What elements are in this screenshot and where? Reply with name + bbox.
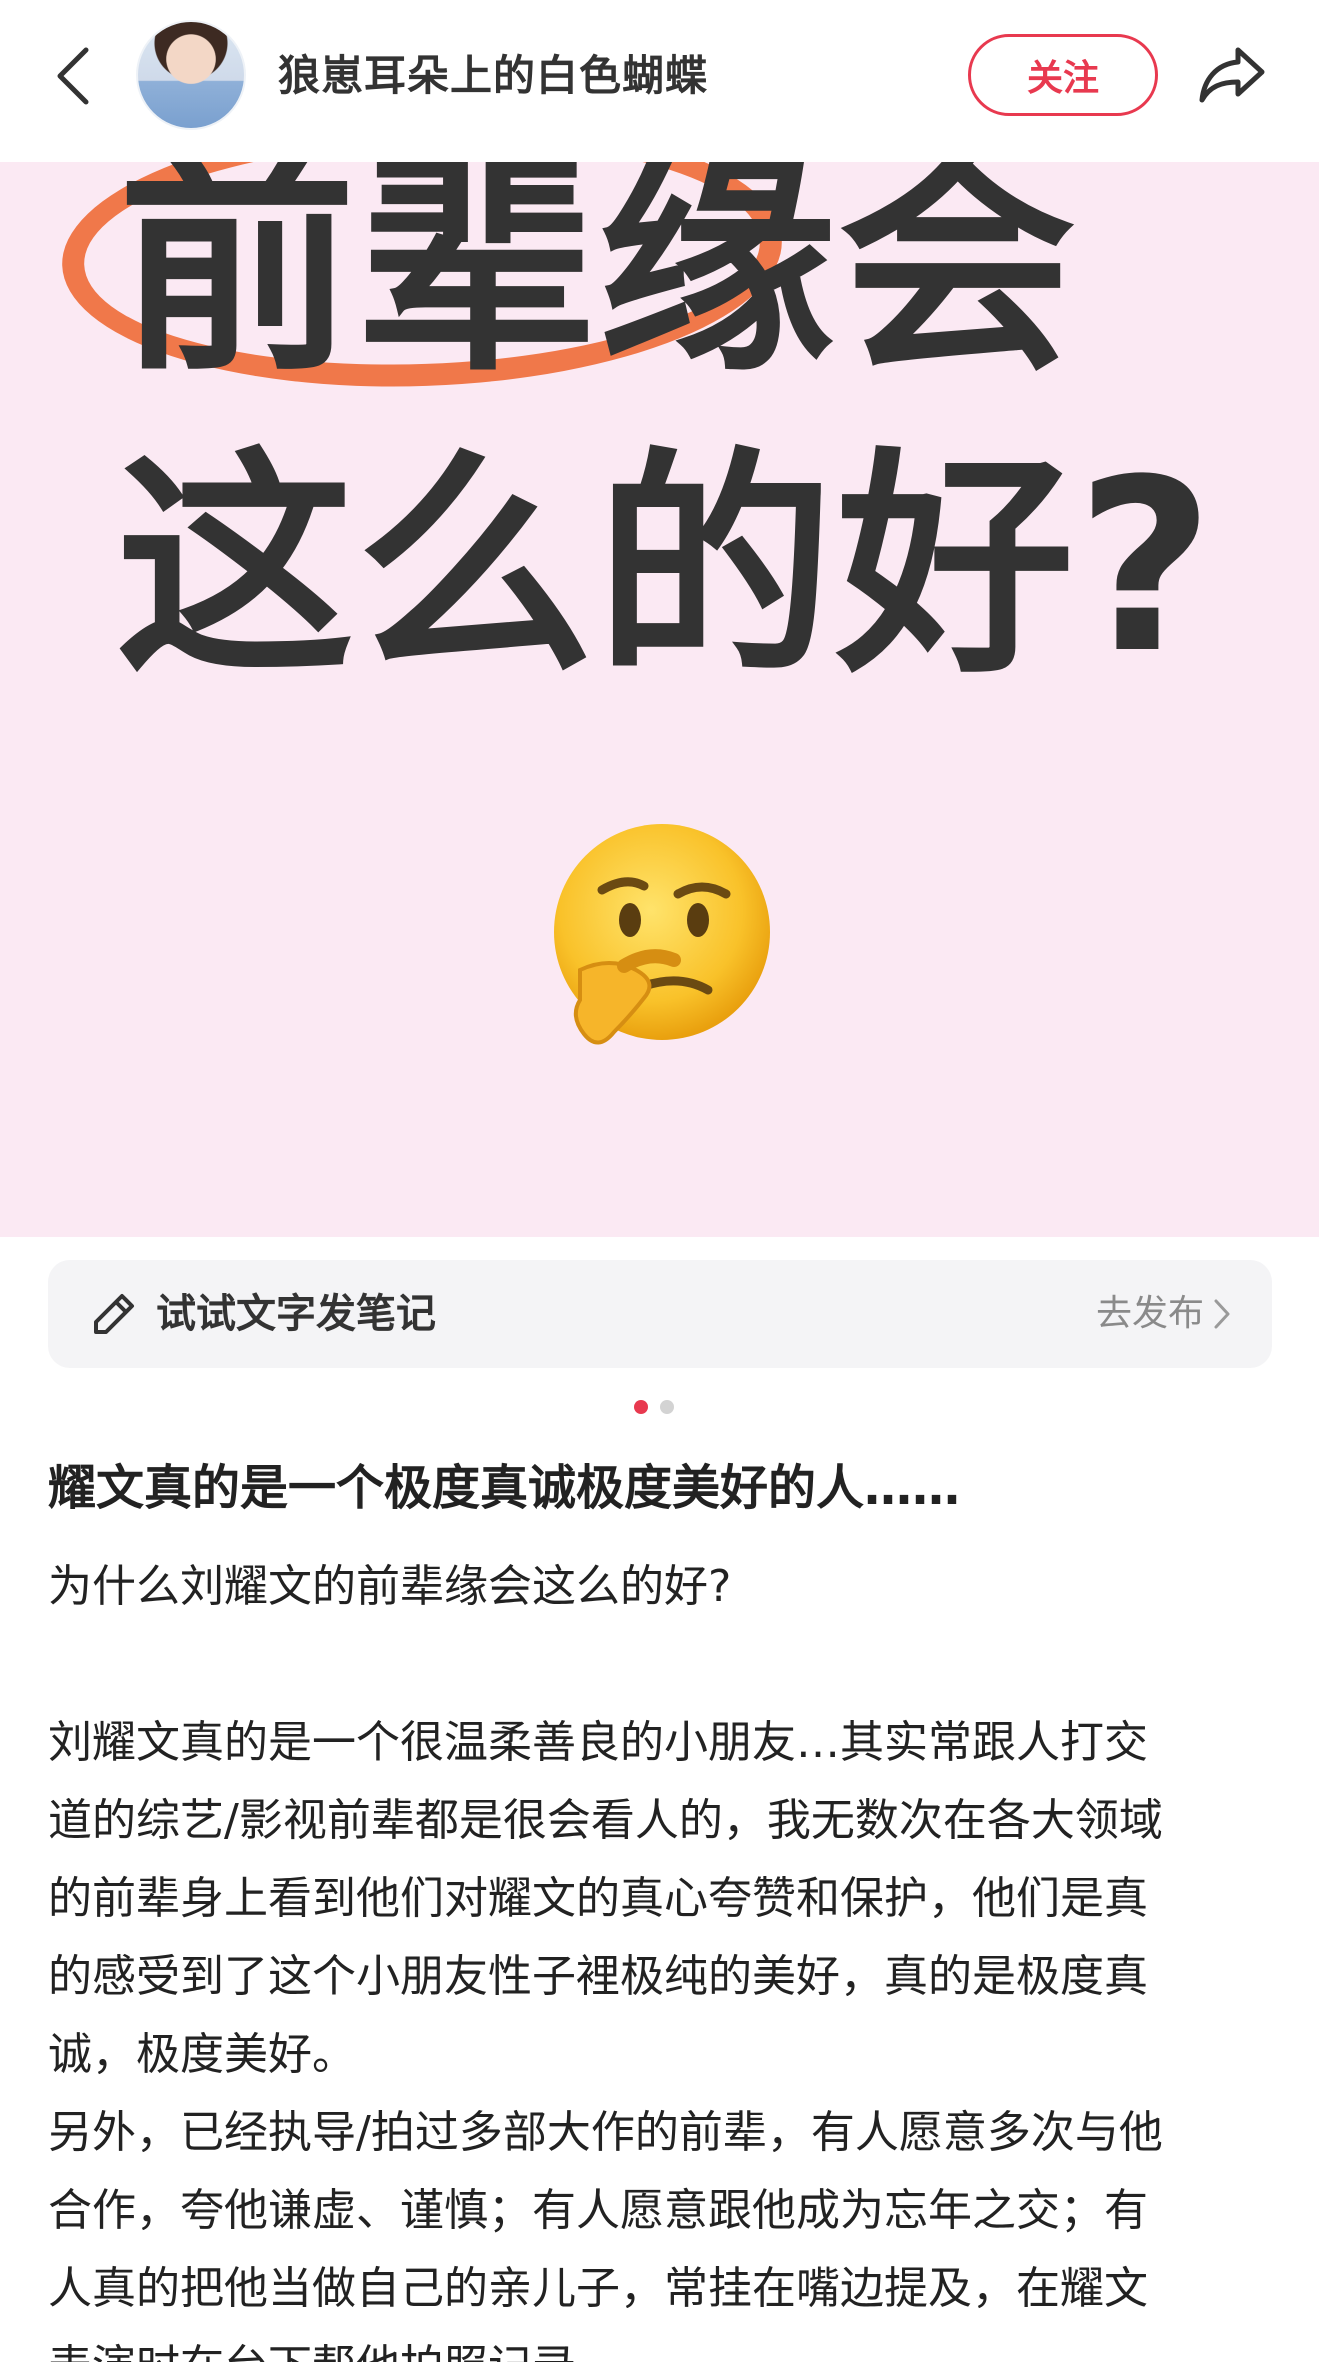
- back-button[interactable]: [48, 36, 98, 116]
- pencil-icon: [94, 1294, 134, 1334]
- try-text-note-label: 试试文字发笔记: [156, 1291, 436, 1337]
- image-text-line1: 前辈缘会: [118, 162, 1078, 404]
- thinking-face-emoji-icon: [554, 824, 770, 1045]
- avatar[interactable]: [136, 20, 246, 130]
- try-text-note-bar[interactable]: 试试文字发笔记 去发布: [48, 1260, 1272, 1368]
- chevron-right-icon: [1214, 1299, 1230, 1329]
- share-icon: [1199, 47, 1265, 103]
- body-line: 诚，极度美好。: [48, 2029, 356, 2080]
- body-line: 的前辈身上看到他们对耀文的真心夸赞和保护，他们是真: [48, 1873, 1148, 1924]
- note-detail-page: 狼崽耳朵上的白色蝴蝶 关注 前辈缘会 这么的好? 试试文字发笔记 去发布 耀文真…: [0, 0, 1319, 2362]
- go-publish-label: 去发布: [1095, 1293, 1204, 1334]
- share-button[interactable]: [1196, 38, 1268, 110]
- author-name[interactable]: 狼崽耳朵上的白色蝴蝶: [278, 48, 708, 104]
- body-line: 另外，已经执导/拍过多部大作的前辈，有人愿意多次与他: [48, 2107, 1163, 2158]
- pagination-dot[interactable]: [660, 1400, 674, 1414]
- post-image[interactable]: 前辈缘会 这么的好?: [0, 162, 1319, 1237]
- top-bar: 狼崽耳朵上的白色蝴蝶 关注: [0, 0, 1319, 162]
- chevron-left-icon: [57, 47, 89, 105]
- body-line: 人真的把他当做自己的亲儿子，常挂在嘴边提及，在耀文: [48, 2263, 1148, 2314]
- image-text-line2: 这么的好?: [116, 429, 1217, 706]
- post-title: 耀文真的是一个极度真诚极度美好的人……: [48, 1460, 961, 1516]
- follow-button[interactable]: 关注: [968, 34, 1158, 116]
- body-line: 表演时在台下帮他拍照记录: [48, 2328, 1278, 2362]
- body-line: 道的综艺/影视前辈都是很会看人的，我无数次在各大领域: [48, 1795, 1163, 1846]
- body-line: 刘耀文真的是一个很温柔善良的小朋友…其实常跟人打交: [48, 1717, 1148, 1768]
- image-pagination: [634, 1400, 674, 1414]
- post-body: 为什么刘耀文的前辈缘会这么的好? 刘耀文真的是一个很温柔善良的小朋友…其实常跟人…: [48, 1548, 1278, 2362]
- pagination-dot-active[interactable]: [634, 1400, 648, 1414]
- body-line: 为什么刘耀文的前辈缘会这么的好?: [48, 1561, 732, 1612]
- body-line: 的感受到了这个小朋友性子裡极纯的美好，真的是极度真: [48, 1951, 1148, 2002]
- body-line: 合作，夸他谦虚、谨慎；有人愿意跟他成为忘年之交；有: [48, 2185, 1148, 2236]
- go-publish-link[interactable]: 去发布: [1096, 1286, 1232, 1342]
